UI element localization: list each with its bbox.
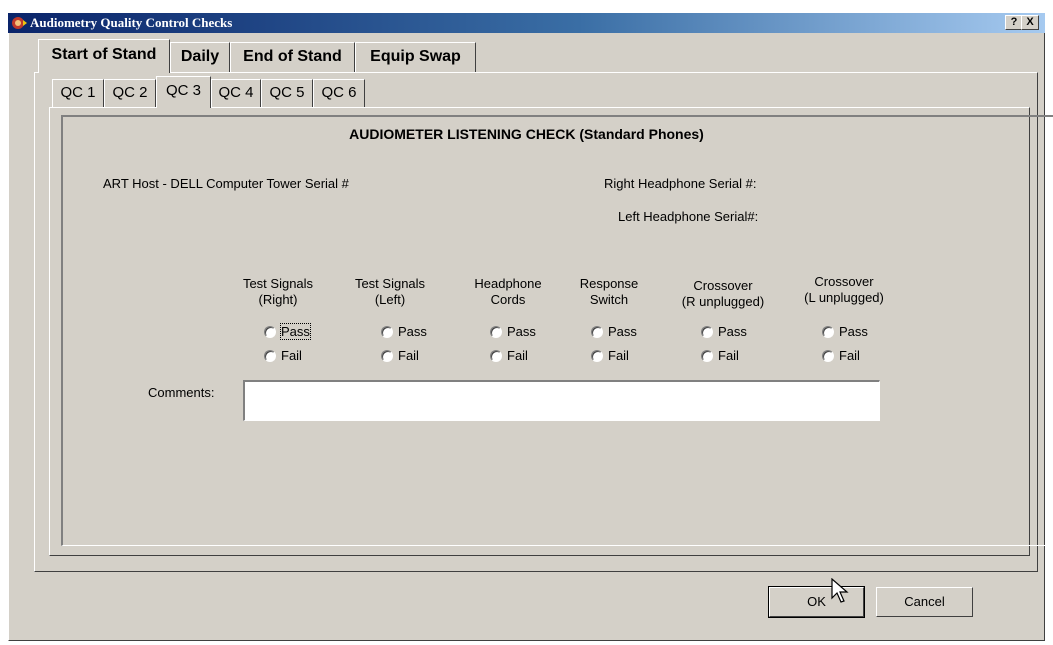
- radio-fail-test-signals-left[interactable]: Fail: [381, 348, 419, 363]
- radio-pass-test-signals-right[interactable]: Pass: [264, 323, 311, 340]
- radio-circle[interactable]: [381, 325, 393, 338]
- radio-circle[interactable]: [490, 325, 502, 338]
- mouse-cursor-icon: [831, 578, 849, 603]
- tab-qc2[interactable]: QC 2: [104, 79, 156, 107]
- radio-pass-crossover-l[interactable]: Pass: [822, 324, 868, 339]
- radio-circle[interactable]: [381, 349, 393, 362]
- radio-pass-test-signals-left[interactable]: Pass: [381, 324, 427, 339]
- tab-end-of-stand[interactable]: End of Stand: [230, 42, 355, 72]
- radio-pass-crossover-r[interactable]: Pass: [701, 324, 747, 339]
- radio-fail-crossover-l[interactable]: Fail: [822, 348, 860, 363]
- host-serial-label: ART Host - DELL Computer Tower Serial #: [103, 176, 349, 191]
- radio-fail-response-switch[interactable]: Fail: [591, 348, 629, 363]
- close-button[interactable]: X: [1021, 15, 1039, 30]
- col-response-switch: Response Switch: [579, 276, 639, 307]
- radio-circle[interactable]: [264, 325, 276, 338]
- col-crossover-l: Crossover (L unplugged): [804, 274, 884, 305]
- tab-qc3[interactable]: QC 3: [156, 76, 211, 108]
- cancel-button[interactable]: Cancel: [876, 587, 973, 617]
- tab-daily[interactable]: Daily: [170, 42, 230, 72]
- col-crossover-r: Crossover (R unplugged): [681, 278, 765, 309]
- col-test-signals-left: Test Signals (Left): [354, 276, 426, 307]
- left-headphone-serial-label: Left Headphone Serial#:: [618, 209, 759, 224]
- radio-circle[interactable]: [591, 349, 603, 362]
- radio-fail-test-signals-right[interactable]: Fail: [264, 348, 302, 363]
- radio-pass-headphone-cords[interactable]: Pass: [490, 324, 536, 339]
- radio-circle[interactable]: [701, 325, 713, 338]
- title-bar[interactable]: Audiometry Quality Control Checks ? X: [8, 13, 1045, 33]
- col-test-signals-right: Test Signals (Right): [242, 276, 314, 307]
- radio-circle[interactable]: [591, 325, 603, 338]
- tab-qc6[interactable]: QC 6: [313, 79, 365, 107]
- radio-fail-headphone-cords[interactable]: Fail: [490, 348, 528, 363]
- comments-label: Comments:: [148, 385, 215, 400]
- comments-field[interactable]: [243, 380, 880, 421]
- window-title: Audiometry Quality Control Checks: [30, 15, 233, 30]
- right-headphone-serial-label: Right Headphone Serial #:: [604, 176, 757, 191]
- tab-equip-swap[interactable]: Equip Swap: [355, 42, 476, 72]
- radio-fail-crossover-r[interactable]: Fail: [701, 348, 739, 363]
- radio-circle[interactable]: [264, 349, 276, 362]
- radio-circle[interactable]: [701, 349, 713, 362]
- tab-qc5[interactable]: QC 5: [261, 79, 313, 107]
- tab-qc4[interactable]: QC 4: [211, 79, 261, 107]
- tab-start-of-stand[interactable]: Start of Stand: [38, 39, 170, 73]
- close-icon: X: [1026, 16, 1034, 28]
- radio-circle[interactable]: [822, 325, 834, 338]
- tab-qc1[interactable]: QC 1: [52, 79, 104, 107]
- radio-pass-response-switch[interactable]: Pass: [591, 324, 637, 339]
- radio-circle[interactable]: [490, 349, 502, 362]
- radio-circle[interactable]: [822, 349, 834, 362]
- app-ear-icon: [12, 17, 27, 29]
- panel-heading: AUDIOMETER LISTENING CHECK (Standard Pho…: [349, 126, 704, 142]
